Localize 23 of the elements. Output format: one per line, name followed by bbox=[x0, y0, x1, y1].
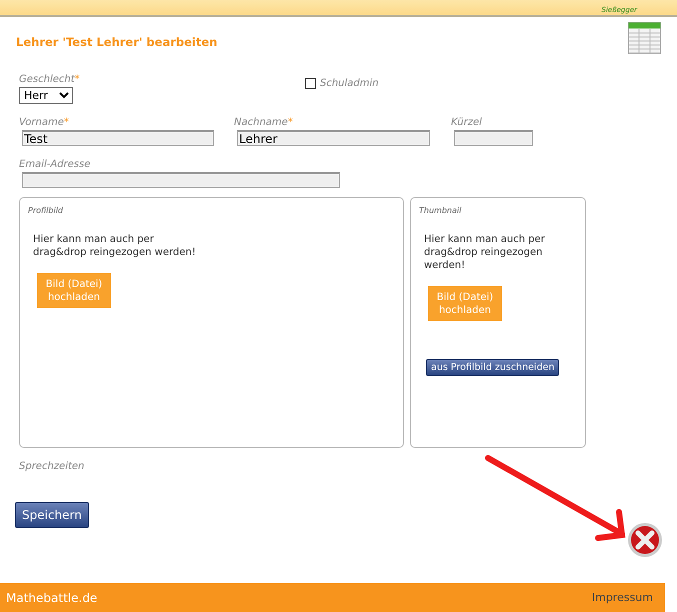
close-icon[interactable] bbox=[628, 523, 662, 557]
checkbox-label: Schuladmin bbox=[320, 78, 379, 88]
crop-button[interactable]: aus Profilbild zuschneiden bbox=[426, 359, 560, 376]
field-label: Geschlecht* bbox=[19, 74, 80, 85]
input-field[interactable] bbox=[22, 172, 340, 188]
panel-title: Profilbild bbox=[28, 206, 64, 215]
input-field[interactable]: Lehrer bbox=[237, 130, 430, 146]
checkbox[interactable] bbox=[305, 78, 316, 88]
page-title: Lehrer 'Test Lehrer' bearbeiten bbox=[16, 35, 218, 49]
section-label: Sprechzeiten bbox=[19, 461, 86, 472]
input-field[interactable]: Test bbox=[22, 130, 214, 146]
drag-drop-hint: Hier kann man auch per drag&drop reingezogen werden! bbox=[33, 233, 197, 259]
input-field[interactable] bbox=[454, 130, 533, 146]
drag-drop-hint: Hier kann man auch per drag&drop reingezogen werden! bbox=[424, 233, 546, 272]
gender-dropdown[interactable]: Herr bbox=[19, 87, 73, 104]
field-label: Email-Adresse bbox=[19, 159, 92, 170]
field-label: Vorname* bbox=[19, 117, 70, 128]
impressum-link[interactable]: Impressum bbox=[592, 591, 653, 604]
spreadsheet-icon[interactable] bbox=[628, 22, 661, 54]
field-label: Kürzel bbox=[451, 117, 483, 128]
field-label: Nachname* bbox=[234, 117, 294, 128]
panel-title: Thumbnail bbox=[419, 206, 462, 215]
save-button[interactable]: Speichern bbox=[15, 502, 89, 528]
